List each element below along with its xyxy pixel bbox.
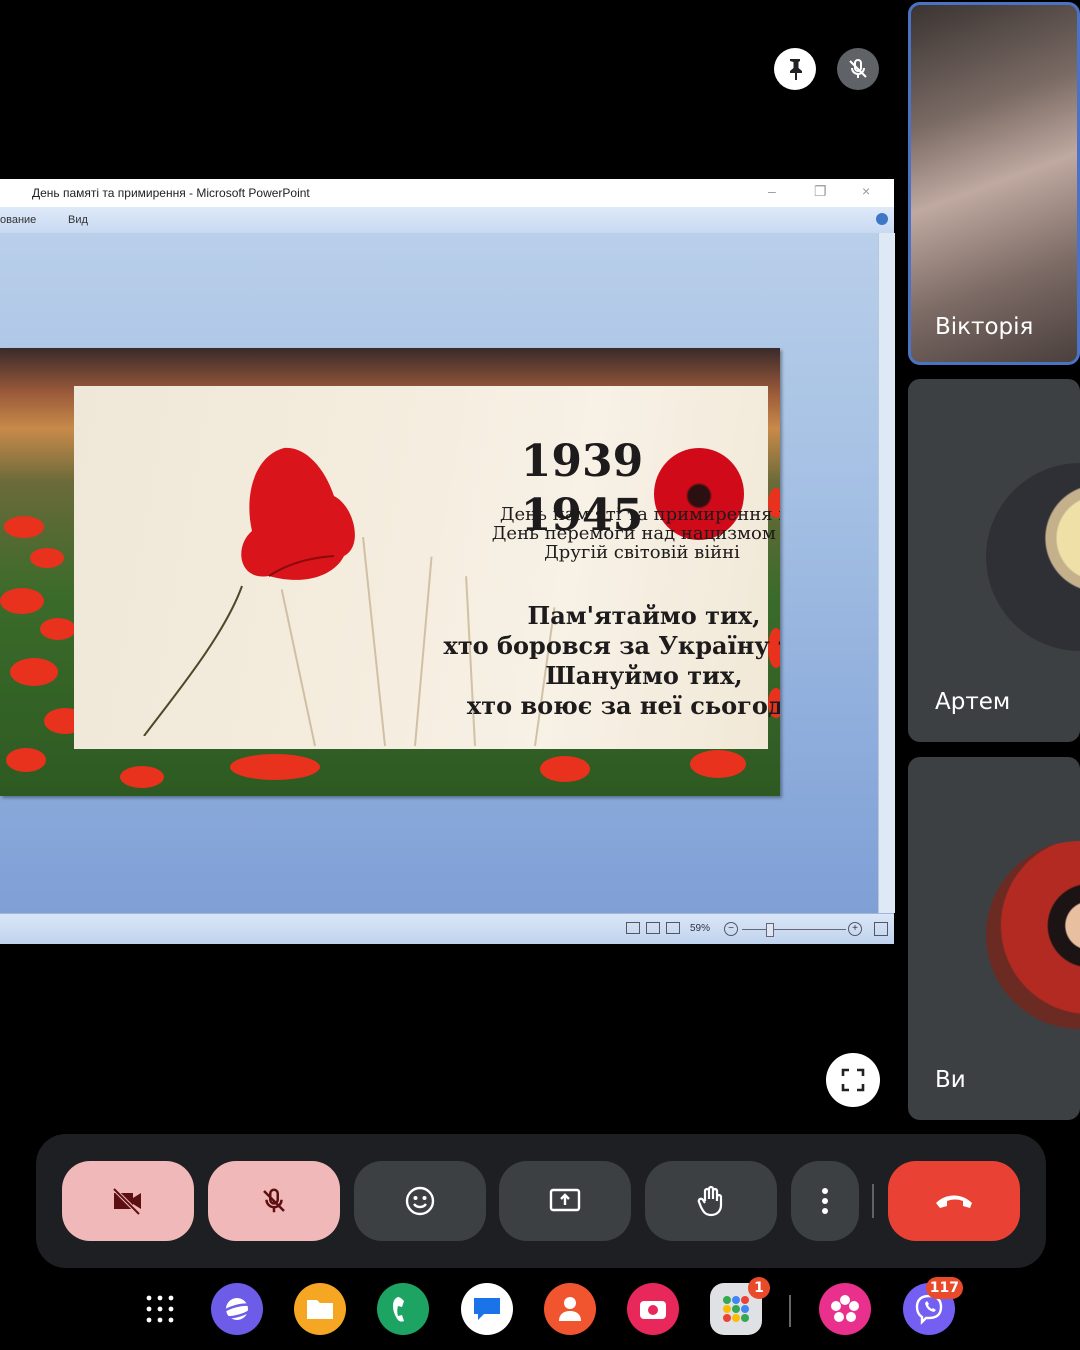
presentation-stage: День памяті та примирення - Microsoft Po… xyxy=(0,0,895,1120)
hand-icon xyxy=(697,1185,723,1217)
mic-off-icon xyxy=(263,1188,285,1213)
mic-off-button[interactable] xyxy=(208,1161,340,1241)
slide-subtitle-line-1: День пам'яті та примирення і xyxy=(499,504,780,525)
app-messages[interactable] xyxy=(461,1283,513,1335)
app-phone[interactable] xyxy=(377,1283,429,1335)
notification-badge: 117 xyxy=(925,1277,963,1299)
more-options-button[interactable] xyxy=(791,1161,859,1241)
slide-year-start: 1939 xyxy=(520,436,644,487)
fullscreen-icon xyxy=(841,1068,865,1092)
app-camera[interactable] xyxy=(627,1283,679,1335)
app-viber[interactable]: 117 xyxy=(903,1277,963,1335)
flower-icon xyxy=(831,1295,859,1322)
participant-name: Артем xyxy=(935,689,1011,715)
participant-tile-viktoriia[interactable]: Вікторія xyxy=(908,2,1080,365)
fullscreen-button[interactable] xyxy=(826,1053,880,1107)
slide-quote-line-2: хто боровся за Україну тоді! xyxy=(443,631,780,660)
participant-tile-self[interactable]: Ви xyxy=(908,757,1080,1120)
phone-icon xyxy=(393,1297,404,1322)
folder-icon xyxy=(307,1300,333,1319)
avatar xyxy=(986,841,1080,1029)
avatar xyxy=(986,463,1080,651)
ribbon-tab-review[interactable]: ованиe xyxy=(0,214,36,226)
restore-icon[interactable]: ❐ xyxy=(814,183,827,200)
app-folder-icon xyxy=(723,1296,749,1322)
reactions-button[interactable] xyxy=(354,1161,486,1241)
pin-button[interactable] xyxy=(774,48,816,90)
slide-subtitle-line-2: День перемоги над нацизмом у xyxy=(491,523,780,544)
ribbon-tabs: ованиe Вид xyxy=(0,207,894,234)
zoom-in-icon[interactable]: + xyxy=(848,922,862,936)
participant-name: Вікторія xyxy=(935,314,1034,340)
slide-quote-line-3: Шануймо тих, xyxy=(545,661,743,690)
slide-sorter-icon[interactable] xyxy=(646,922,660,934)
slide-card: 1939 1945 День пам'яті та примирення і Д… xyxy=(74,386,780,749)
poppy-flower-illustration xyxy=(143,447,355,736)
person-icon xyxy=(559,1297,581,1321)
grid-icon xyxy=(146,1295,174,1323)
zoom-level: 59% xyxy=(690,923,711,934)
raise-hand-button[interactable] xyxy=(645,1161,777,1241)
divider xyxy=(789,1295,791,1327)
camera-off-button[interactable] xyxy=(62,1161,194,1241)
participant-name: Ви xyxy=(935,1067,966,1093)
hang-up-icon xyxy=(936,1195,972,1208)
window-title: День памяті та примирення - Microsoft Po… xyxy=(32,186,310,200)
participant-tile-artem[interactable]: Артем xyxy=(908,379,1080,742)
stage-mic-muted-button[interactable] xyxy=(837,48,879,90)
app-folder-group[interactable]: 1 xyxy=(710,1277,770,1335)
fit-to-window-icon[interactable] xyxy=(874,922,888,936)
planet-icon xyxy=(220,1298,254,1320)
camera-off-icon xyxy=(112,1187,141,1216)
mic-off-icon xyxy=(849,59,867,78)
app-contacts[interactable] xyxy=(544,1283,596,1335)
status-bar: 59% − + xyxy=(0,913,894,944)
zoom-out-icon[interactable]: − xyxy=(724,922,738,936)
call-controls xyxy=(36,1134,1046,1268)
app-dock: 1 117 xyxy=(0,1268,1080,1350)
emoji-icon xyxy=(405,1186,435,1216)
present-screen-icon xyxy=(549,1188,581,1212)
ribbon-tab-view[interactable]: Вид xyxy=(68,214,88,226)
zoom-slider-thumb[interactable] xyxy=(766,923,774,937)
slide-quote-line-4: хто воює за неї сьогодні! xyxy=(466,691,780,720)
chat-bubble-icon xyxy=(474,1298,500,1320)
app-internet-browser[interactable] xyxy=(211,1283,263,1335)
zoom-slider-track[interactable] xyxy=(742,929,846,930)
divider xyxy=(872,1184,874,1218)
vertical-scrollbar[interactable] xyxy=(878,233,895,913)
more-vert-icon xyxy=(822,1188,828,1214)
app-my-files[interactable] xyxy=(294,1283,346,1335)
window-titlebar: День памяті та примирення - Microsoft Po… xyxy=(0,179,894,207)
app-drawer-button[interactable] xyxy=(134,1283,186,1335)
leave-call-button[interactable] xyxy=(888,1161,1020,1241)
pin-icon xyxy=(790,59,802,80)
present-screen-button[interactable] xyxy=(499,1161,631,1241)
slide-subtitle-line-3: Другій світовій війні xyxy=(544,542,740,563)
powerpoint-window: День памяті та примирення - Microsoft Po… xyxy=(0,179,895,944)
minimize-icon[interactable]: – xyxy=(768,183,776,199)
help-icon[interactable] xyxy=(876,213,888,225)
normal-view-icon[interactable] xyxy=(626,922,640,934)
close-icon[interactable]: × xyxy=(862,183,870,199)
slide: 1939 1945 День пам'яті та примирення і Д… xyxy=(0,348,780,796)
camera-icon xyxy=(640,1301,666,1319)
slideshow-view-icon[interactable] xyxy=(666,922,680,934)
notification-badge: 1 xyxy=(748,1277,770,1299)
slide-quote-line-1: Пам'ятаймо тих, xyxy=(527,601,761,630)
app-gallery[interactable] xyxy=(819,1283,871,1335)
